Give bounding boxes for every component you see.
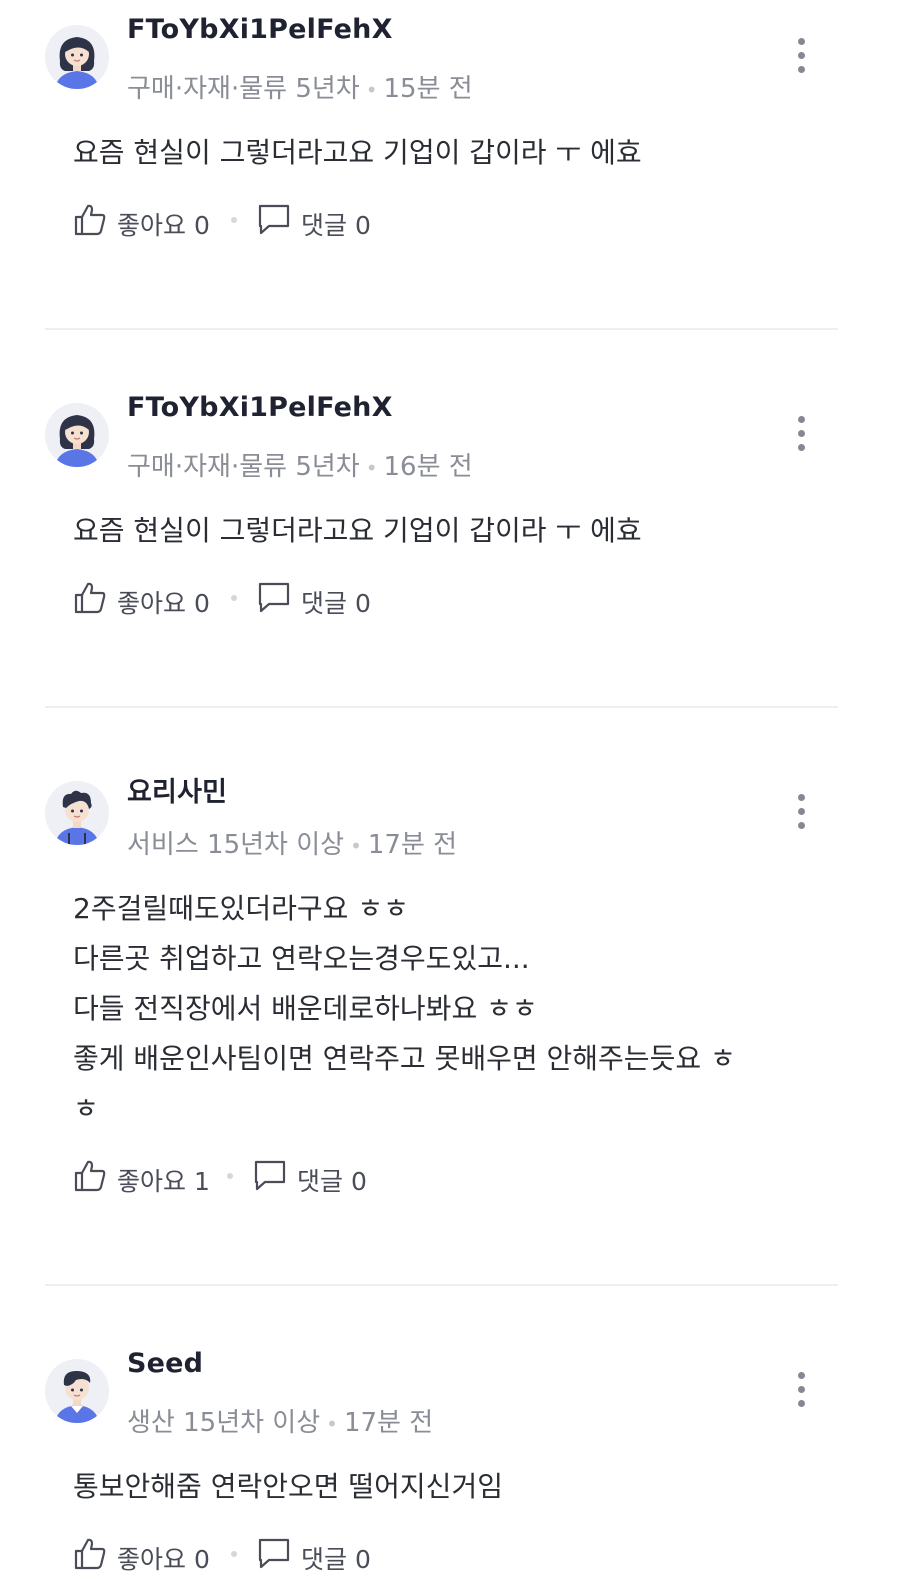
job-tenure: 생산 15년차 이상	[127, 1408, 321, 1438]
comment-divider	[45, 328, 838, 330]
reply-label: 댓글 0	[301, 211, 371, 240]
thumbs-up-icon	[74, 204, 106, 236]
reply-count: 0	[354, 1545, 371, 1574]
thumbs-up-icon	[74, 1160, 106, 1192]
job-tenure: 구매·자재·물류 5년차	[127, 74, 360, 104]
reply-count: 0	[354, 211, 371, 240]
post-time: 16분 전	[383, 452, 473, 482]
comment-divider	[45, 706, 838, 708]
more-vertical-icon[interactable]	[785, 790, 819, 834]
reply-count: 0	[354, 589, 371, 618]
like-count: 0	[193, 1545, 210, 1574]
job-tenure: 서비스 15년차 이상	[127, 830, 345, 860]
like-label: 좋아요 1	[117, 1167, 210, 1196]
like-count: 0	[193, 589, 210, 618]
comment-body: 2주걸릴때도있더라구요 ㅎㅎ 다른곳 취업하고 연락오는경우도있고... 다들 …	[73, 892, 736, 1125]
comment-item: FToYbXi1PelFehX 구매·자재·물류 5년차 • 16분 전 요즘 현실…	[0, 378, 900, 708]
woman-avatar-icon[interactable]	[45, 403, 109, 467]
thumbs-up-icon	[74, 582, 106, 614]
username[interactable]: FToYbXi1PelFehX	[127, 392, 393, 423]
comment-meta: 구매·자재·물류 5년차 • 16분 전	[127, 446, 473, 483]
comment-bubble-icon	[258, 1538, 290, 1569]
comment-item: 요리사민 서비스 15년차 이상 • 17분 전 2주걸릴때도있더라구요 ㅎㅎ 다른…	[0, 756, 900, 1286]
woman-avatar-icon[interactable]	[45, 25, 109, 89]
reply-button[interactable]: 댓글 0	[257, 576, 377, 620]
reply-button[interactable]: 댓글 0	[257, 1532, 377, 1576]
comment-divider	[45, 1284, 838, 1286]
comment-feed: FToYbXi1PelFehX 구매·자재·물류 5년차 • 15분 전 요즘 현실…	[0, 0, 900, 1596]
like-button[interactable]: 좋아요 1	[73, 1154, 218, 1198]
comment-body: 요즘 현실이 그렇더라고요 기업이 갑이라 ㅜ 에효	[73, 136, 642, 169]
username[interactable]: FToYbXi1PelFehX	[127, 14, 393, 45]
reply-count: 0	[350, 1167, 367, 1196]
like-label: 좋아요 0	[117, 211, 210, 240]
like-label: 좋아요 0	[117, 589, 210, 618]
comment-meta: 생산 15년차 이상 • 17분 전	[127, 1402, 433, 1439]
like-button[interactable]: 좋아요 0	[73, 1532, 218, 1576]
comment-item: FToYbXi1PelFehX 구매·자재·물류 5년차 • 15분 전 요즘 현실…	[0, 0, 900, 330]
comment-item: Seed 생산 15년차 이상 • 17분 전 통보안해줌 연락안오면 떨어지신거임…	[0, 1334, 900, 1596]
comment-bubble-icon	[258, 204, 290, 235]
meta-separator: •	[350, 833, 362, 858]
more-vertical-icon[interactable]	[785, 412, 819, 456]
meta-separator: •	[326, 1411, 338, 1436]
man-avatar-icon[interactable]	[45, 1359, 109, 1423]
reply-label: 댓글 0	[297, 1167, 367, 1196]
comment-meta: 구매·자재·물류 5년차 • 15분 전	[127, 68, 473, 105]
post-time: 17분 전	[367, 830, 458, 860]
job-tenure: 구매·자재·물류 5년차	[127, 452, 360, 482]
reply-label: 댓글 0	[301, 589, 371, 618]
post-time: 15분 전	[383, 74, 473, 104]
man-curly-avatar-icon[interactable]	[45, 781, 109, 845]
meta-separator: •	[365, 455, 378, 480]
post-time: 17분 전	[343, 1408, 434, 1438]
action-separator	[227, 1173, 233, 1179]
like-button[interactable]: 좋아요 0	[73, 576, 218, 620]
username[interactable]: Seed	[127, 1348, 203, 1379]
comment-meta: 서비스 15년차 이상 • 17분 전	[127, 824, 457, 861]
more-vertical-icon[interactable]	[785, 34, 819, 78]
action-separator	[231, 1551, 237, 1557]
comment-bubble-icon	[258, 582, 290, 613]
comment-bubble-icon	[254, 1160, 286, 1191]
thumbs-up-icon	[74, 1538, 106, 1570]
reply-button[interactable]: 댓글 0	[257, 198, 377, 242]
action-separator	[231, 217, 237, 223]
like-label: 좋아요 0	[117, 1545, 210, 1574]
like-count: 0	[193, 211, 210, 240]
reply-label: 댓글 0	[301, 1545, 371, 1574]
reply-button[interactable]: 댓글 0	[253, 1154, 373, 1198]
action-separator	[231, 595, 237, 601]
meta-separator: •	[365, 77, 378, 102]
comment-body: 요즘 현실이 그렇더라고요 기업이 갑이라 ㅜ 에효	[73, 514, 642, 547]
more-vertical-icon[interactable]	[785, 1368, 819, 1412]
like-button[interactable]: 좋아요 0	[73, 198, 218, 242]
like-count: 1	[193, 1167, 210, 1196]
username[interactable]: 요리사민	[127, 770, 227, 809]
comment-body: 통보안해줌 연락안오면 떨어지신거임	[73, 1470, 503, 1503]
